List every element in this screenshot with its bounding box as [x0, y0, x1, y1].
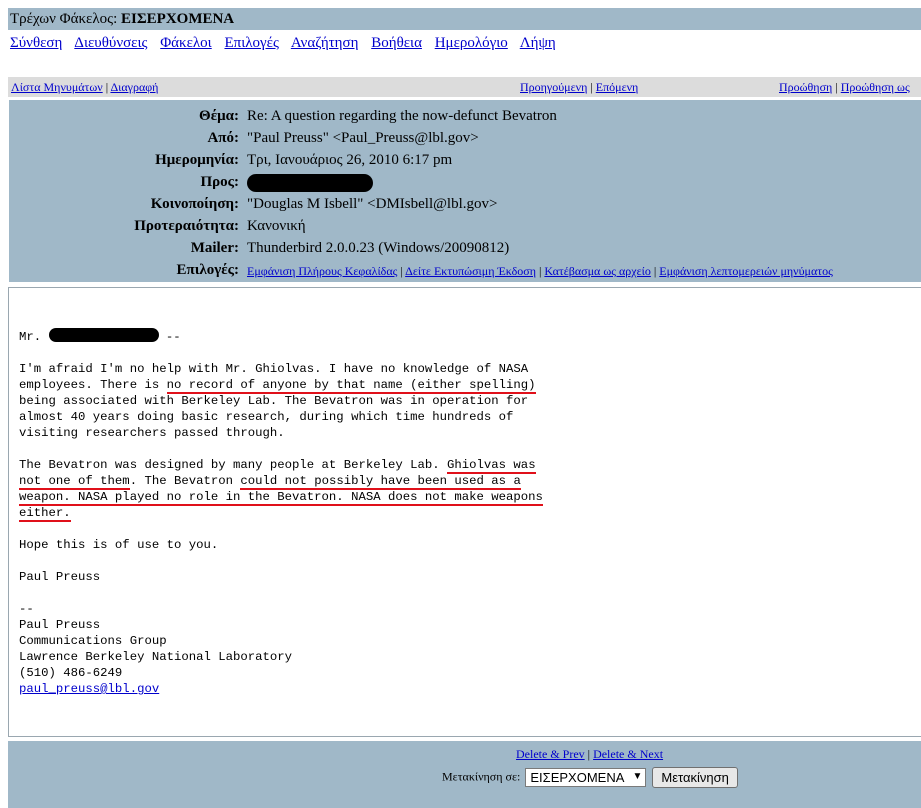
signoff-name: Paul Preuss: [19, 570, 101, 584]
highlighted-phrase: weapon. NASA played no role in the Bevat…: [19, 490, 543, 506]
move-message-form: Μετακίνηση σε: ΕΙΣΕΡΧΟΜΕΝΑ ▼ Μετακίνηση: [442, 767, 738, 788]
body-line: I'm afraid I'm no help with Mr. Ghiolvas…: [19, 362, 529, 376]
from-label: Από:: [207, 130, 239, 146]
mailer-value: Thunderbird 2.0.0.23 (Windows/20090812): [247, 240, 510, 256]
nav-separator: |: [590, 80, 593, 94]
current-folder-label: Τρέχων Φάκελος:: [10, 11, 118, 27]
highlighted-phrase: either.: [19, 506, 71, 522]
delete-link[interactable]: Διαγραφή: [110, 80, 158, 94]
mailer-label: Mailer:: [190, 240, 239, 256]
message-headers: Θέμα: Re: A question regarding the now-d…: [8, 99, 921, 282]
body-line: almost 40 years doing basic research, du…: [19, 410, 514, 424]
forward-link[interactable]: Προώθηση: [779, 80, 832, 94]
signature-phone: (510) 486-6249: [19, 666, 123, 680]
redaction-mark: [247, 174, 373, 192]
signature-separator: --: [19, 602, 34, 616]
nav-separator: |: [835, 80, 838, 94]
menu-addresses[interactable]: Διευθύνσεις: [74, 35, 147, 51]
move-button[interactable]: Μετακίνηση: [652, 767, 738, 788]
menu-options[interactable]: Επιλογές: [224, 35, 278, 51]
message-body: Mr. -- I'm afraid I'm no help with Mr. G…: [19, 328, 543, 697]
options-separator: |: [400, 264, 403, 278]
highlighted-phrase: could not possibly have been used as a: [240, 474, 521, 490]
bottom-separator: |: [587, 747, 591, 761]
highlighted-phrase: not one of them: [19, 474, 130, 490]
current-folder-bar: Τρέχων Φάκελος: ΕΙΣΕΡΧΟΜΕΝΑ: [8, 8, 921, 30]
previous-link[interactable]: Προηγούμενη: [520, 80, 587, 94]
from-value: "Paul Preuss" <Paul_Preuss@lbl.gov>: [247, 130, 479, 146]
forward-as-attachment-link[interactable]: Προώθηση ως: [841, 80, 910, 94]
greeting-suffix: --: [165, 330, 181, 344]
nav-separator: |: [105, 80, 109, 94]
to-value: [247, 174, 373, 192]
delete-nav-links: Delete & Prev | Delete & Next: [516, 747, 663, 762]
message-nav-bar: Λίστα Μηνυμάτων | Διαγραφή Προηγούμενη |…: [8, 77, 921, 97]
show-full-header-link[interactable]: Εμφάνιση Πλήρους Κεφαλίδας: [247, 264, 397, 278]
date-value: Τρι, Ιανουάριος 26, 2010 6:17 pm: [247, 152, 453, 168]
move-label: Μετακίνηση σε:: [442, 769, 521, 784]
options-links: Εμφάνιση Πλήρους Κεφαλίδας | Δείτε Εκτυπ…: [247, 264, 833, 279]
delete-and-next-link[interactable]: Delete & Next: [593, 747, 663, 761]
bottom-actions: Delete & Prev | Delete & Next Μετακίνηση…: [8, 741, 921, 808]
body-line: The Bevatron was designed by many people…: [19, 458, 448, 472]
download-as-file-link[interactable]: Κατέβασμα ως αρχείο: [544, 264, 650, 278]
move-folder-select[interactable]: ΕΙΣΕΡΧΟΜΕΝΑ ▼: [525, 768, 647, 787]
menu-help[interactable]: Βοήθεια: [371, 35, 422, 51]
message-details-link[interactable]: Εμφάνιση λεπτομερειών μηνύματος: [659, 264, 833, 278]
cc-value: "Douglas M Isbell" <DMIsbell@lbl.gov>: [247, 196, 498, 212]
menu-calendar[interactable]: Ημερολόγιο: [435, 35, 508, 51]
printable-version-link[interactable]: Δείτε Εκτυπώσιμη Έκδοση: [405, 264, 536, 278]
body-line: being associated with Berkeley Lab. The …: [19, 394, 529, 408]
body-line: visiting researchers passed through.: [19, 426, 285, 440]
priority-value: Κανονική: [247, 218, 306, 234]
signature-email-link[interactable]: paul_preuss@lbl.gov: [19, 682, 159, 696]
subject-label: Θέμα:: [199, 108, 239, 124]
menu-folders[interactable]: Φάκελοι: [160, 35, 212, 51]
options-separator: |: [538, 264, 542, 278]
main-menu: Σύνθεση Διευθύνσεις Φάκελοι Επιλογές Ανα…: [10, 35, 565, 52]
highlighted-phrase: Ghiolvas was: [447, 458, 536, 474]
body-line: . The Bevatron: [129, 474, 241, 488]
message-list-link[interactable]: Λίστα Μηνυμάτων: [11, 80, 103, 94]
body-line: Hope this is of use to you.: [19, 538, 219, 552]
priority-label: Προτεραιότητα:: [134, 218, 239, 234]
current-folder-name: ΕΙΣΕΡΧΟΜΕΝΑ: [121, 11, 235, 27]
options-label: Επιλογές:: [176, 262, 240, 278]
signature-lab: Lawrence Berkeley National Laboratory: [19, 650, 293, 664]
menu-compose[interactable]: Σύνθεση: [10, 35, 62, 51]
delete-and-prev-link[interactable]: Delete & Prev: [516, 747, 585, 761]
signature-group: Communications Group: [19, 634, 167, 648]
body-line: employees. There is: [19, 378, 167, 392]
options-separator: |: [653, 264, 657, 278]
greeting-prefix: Mr.: [19, 330, 42, 344]
cc-label: Κοινοποίηση:: [150, 196, 239, 212]
message-body-panel: Mr. -- I'm afraid I'm no help with Mr. G…: [8, 287, 921, 737]
redaction-mark: [48, 328, 159, 342]
subject-value: Re: A question regarding the now-defunct…: [247, 108, 557, 124]
menu-fetch[interactable]: Λήψη: [520, 35, 556, 51]
date-label: Ημερομηνία:: [155, 152, 239, 168]
next-link[interactable]: Επόμενη: [596, 80, 639, 94]
move-folder-value: ΕΙΣΕΡΧΟΜΕΝΑ: [530, 770, 625, 785]
dropdown-arrow-icon: ▼: [632, 771, 643, 782]
highlighted-phrase: no record of anyone by that name (either…: [166, 378, 536, 394]
to-label: Προς:: [200, 174, 239, 190]
signature-name: Paul Preuss: [19, 618, 101, 632]
menu-search[interactable]: Αναζήτηση: [291, 35, 359, 51]
